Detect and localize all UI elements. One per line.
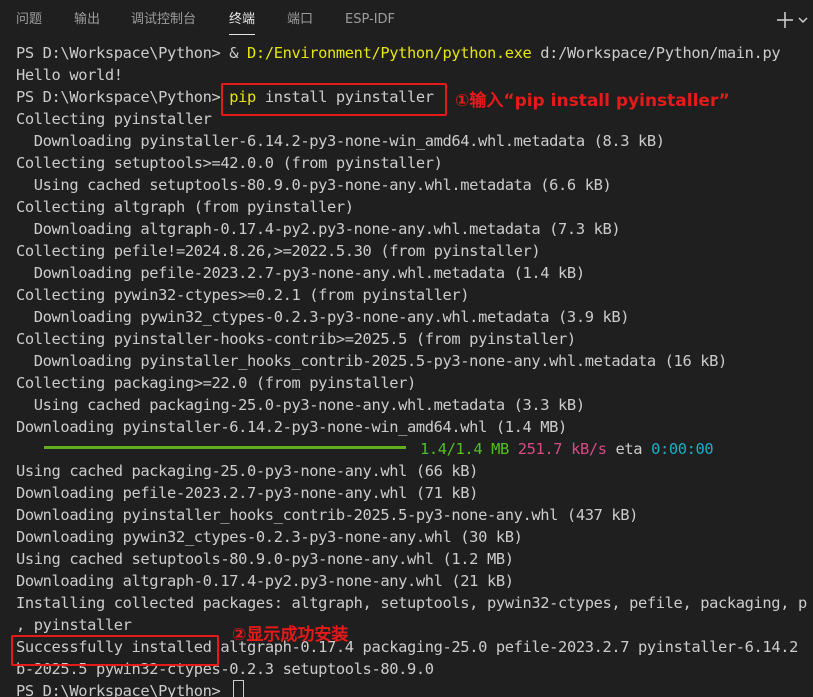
terminal-line: Downloading pefile-2023.2.7-py3-none-any… bbox=[16, 484, 479, 502]
plus-icon[interactable] bbox=[775, 8, 795, 32]
download-progress-bar bbox=[44, 446, 406, 449]
panel-tab-bar: 问题 输出 调试控制台 终端 端口 ESP-IDF bbox=[0, 0, 813, 40]
eta-label: eta bbox=[615, 440, 643, 458]
terminal-line: Downloading pyinstaller-6.14.2-py3-none-… bbox=[16, 418, 567, 436]
tab-output[interactable]: 输出 bbox=[74, 9, 100, 35]
tab-debug-console[interactable]: 调试控制台 bbox=[131, 9, 196, 35]
tab-problems[interactable]: 问题 bbox=[16, 9, 42, 35]
terminal-line: Collecting pyinstaller bbox=[16, 110, 212, 128]
terminal-line: Downloading pyinstaller_hooks_contrib-20… bbox=[16, 506, 639, 524]
terminal-line: Collecting pefile!=2024.8.26,>=2022.5.30… bbox=[16, 242, 541, 260]
terminal-line: Using cached packaging-25.0-py3-none-any… bbox=[16, 396, 585, 414]
terminal-output[interactable]: PS D:\Workspace\Python> & D:/Environment… bbox=[0, 42, 813, 697]
terminal-line: Collecting packaging>=22.0 (from pyinsta… bbox=[16, 374, 416, 392]
terminal-line: Downloading altgraph-0.17.4-py2.py3-none… bbox=[16, 572, 514, 590]
progress-speed: 251.7 kB/s bbox=[517, 440, 607, 458]
terminal-line: Collecting altgraph (from pyinstaller) bbox=[16, 198, 354, 216]
terminal-line: Collecting pyinstaller-hooks-contrib>=20… bbox=[16, 330, 576, 348]
terminal-line: Collecting pywin32-ctypes>=0.2.1 (from p… bbox=[16, 286, 470, 304]
terminal-line: Downloading pefile-2023.2.7-py3-none-any… bbox=[16, 264, 585, 282]
terminal-cursor bbox=[233, 679, 245, 697]
chevron-down-icon[interactable] bbox=[797, 8, 809, 32]
tab-esp-idf[interactable]: ESP-IDF bbox=[345, 9, 395, 35]
annotation-box-command bbox=[221, 83, 447, 116]
terminal-line: Collecting setuptools>=42.0.0 (from pyin… bbox=[16, 154, 443, 172]
terminal-line: Using cached setuptools-80.9.0-py3-none-… bbox=[16, 176, 612, 194]
download-progress-line: 1.4/1.4 MB 251.7 kB/s eta 0:00:00 bbox=[16, 438, 714, 460]
tab-ports[interactable]: 端口 bbox=[287, 9, 313, 35]
tab-terminal[interactable]: 终端 bbox=[229, 9, 256, 35]
progress-eta: 0:00:00 bbox=[651, 440, 714, 458]
annotation-box-success bbox=[11, 635, 219, 666]
terminal-line: Downloading altgraph-0.17.4-py2.py3-none… bbox=[16, 220, 621, 238]
progress-size: 1.4/1.4 MB bbox=[420, 440, 509, 458]
terminal-line: Using cached setuptools-80.9.0-py3-none-… bbox=[16, 550, 514, 568]
terminal-line: Downloading pywin32_ctypes-0.2.3-py3-non… bbox=[16, 308, 630, 326]
annotation-step1: ①输入“pip install pyinstaller” bbox=[455, 91, 730, 111]
terminal-line-run: PS D:\Workspace\Python> & D:/Environment… bbox=[16, 44, 781, 62]
terminal-line: Downloading pywin32_ctypes-0.2.3-py3-non… bbox=[16, 528, 523, 546]
terminal-line: Downloading pyinstaller-6.14.2-py3-none-… bbox=[16, 132, 665, 150]
terminal-line: Downloading pyinstaller_hooks_contrib-20… bbox=[16, 352, 728, 370]
terminal-line: Installing collected packages: altgraph,… bbox=[16, 594, 807, 612]
terminal-line-hello: Hello world! bbox=[16, 66, 123, 84]
annotation-step2: ②显示成功安装 bbox=[232, 625, 349, 645]
terminal-line: , pyinstaller bbox=[16, 616, 132, 634]
terminal-line-final-prompt: PS D:\Workspace\Python> bbox=[16, 679, 245, 697]
terminal-line: Using cached packaging-25.0-py3-none-any… bbox=[16, 462, 479, 480]
